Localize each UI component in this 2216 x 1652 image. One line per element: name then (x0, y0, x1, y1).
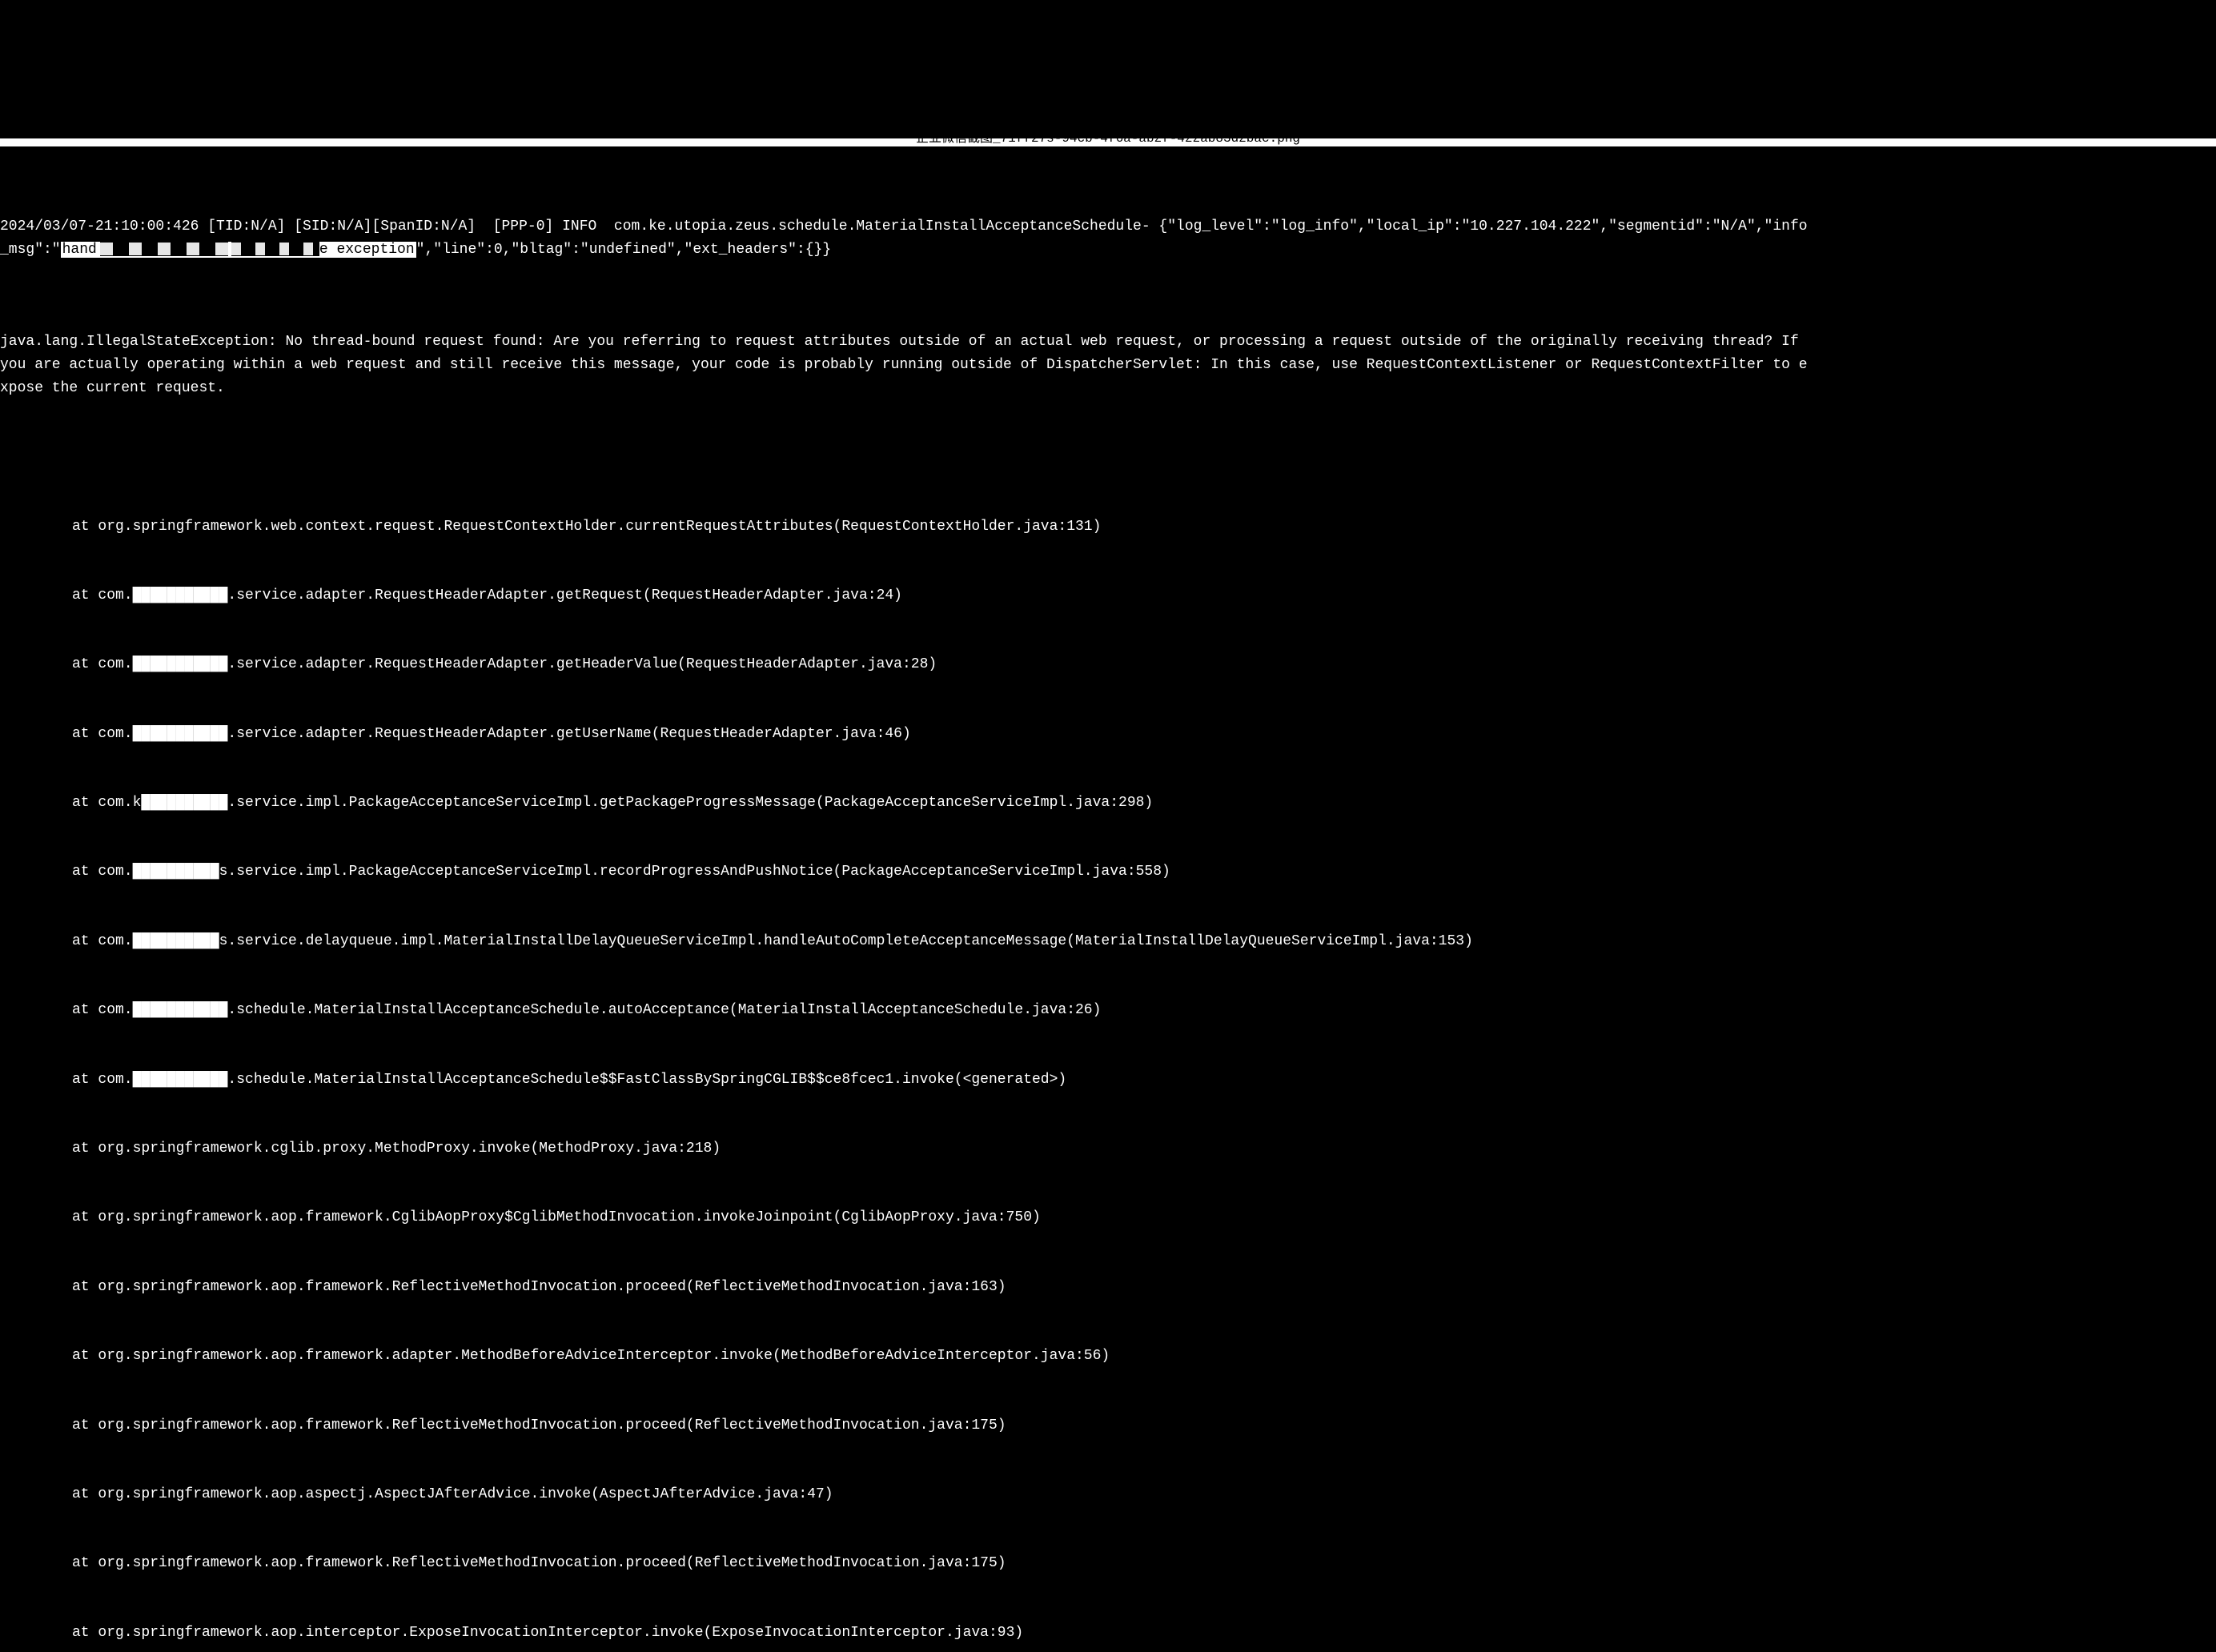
terminal-output: 企业微信截图_71ff27s-94cb-4f6a-abzf-4zzab83dzb… (0, 92, 2216, 1652)
filename-text: 企业微信截图_71ff27s-94cb-4f6a-abzf-4zzab83dzb… (916, 138, 1300, 146)
stack-frame: at com.██████████s.service.impl.PackageA… (0, 860, 2216, 884)
exception-suffix: e exception (319, 242, 415, 258)
stack-frame: at org.springframework.cglib.proxy.Metho… (0, 1137, 2216, 1161)
stack-frame: at org.springframework.aop.framework.Cgl… (0, 1206, 2216, 1229)
stack-frame: at org.springframework.web.context.reque… (0, 515, 2216, 539)
stack-frame: at org.springframework.aop.interceptor.E… (0, 1622, 2216, 1645)
log-line-1b: _msg":"hand e exception","line":0,"bltag"… (0, 239, 2216, 262)
redacted-region (100, 242, 228, 256)
stack-frame: at org.springframework.aop.aspectj.Aspec… (0, 1483, 2216, 1506)
msg-label: _msg":" (0, 242, 61, 258)
window-title: 企业微信截图_71ff27s-94cb-4f6a-abzf-4zzab83dzb… (0, 138, 2216, 146)
stack-trace: at org.springframework.web.context.reque… (0, 469, 2216, 1652)
stack-frame: at com.██████████s.service.delayqueue.im… (0, 930, 2216, 953)
highlighted-exception-text: hand e exception (61, 242, 416, 258)
stack-frame: at com.k██████████.service.impl.PackageA… (0, 792, 2216, 815)
log-line-1a: 2024/03/07-21:10:00:426 [TID:N/A] [SID:N… (0, 215, 2216, 239)
stack-frame: at org.springframework.aop.framework.Ref… (0, 1276, 2216, 1299)
log-rest: ","line":0,"bltag":"undefined","ext_head… (416, 242, 831, 258)
stack-frame: at com.███████████.schedule.MaterialInst… (0, 1069, 2216, 1092)
stack-frame: at com.███████████.service.adapter.Reque… (0, 723, 2216, 746)
stack-frame: at org.springframework.aop.framework.ada… (0, 1345, 2216, 1368)
stack-frame: at org.springframework.aop.framework.Ref… (0, 1414, 2216, 1437)
redacted-region-2 (231, 242, 319, 256)
exception-line-2: you are actually operating within a web … (0, 354, 2216, 377)
stack-frame: at com.███████████.schedule.MaterialInst… (0, 999, 2216, 1022)
exception-line-3: xpose the current request. (0, 377, 2216, 400)
stack-frame: at com.███████████.service.adapter.Reque… (0, 653, 2216, 676)
stack-frame: at com.███████████.service.adapter.Reque… (0, 584, 2216, 607)
hand-text: hand (62, 242, 97, 258)
exception-line-1: java.lang.IllegalStateException: No thre… (0, 331, 2216, 354)
stack-frame: at org.springframework.aop.framework.Ref… (0, 1552, 2216, 1575)
